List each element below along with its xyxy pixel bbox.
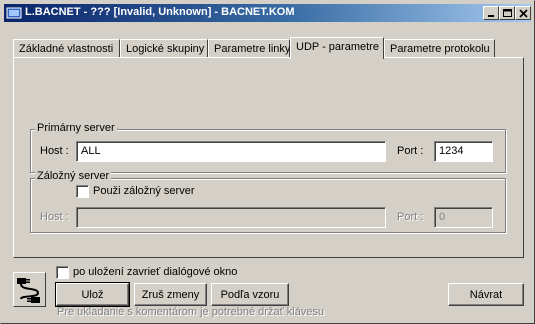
close-icon: [519, 9, 528, 18]
close-after-save-checkbox[interactable]: [56, 266, 69, 279]
maximize-icon: [503, 9, 512, 17]
close-button[interactable]: [515, 6, 531, 20]
backup-port-input[interactable]: 0: [434, 207, 493, 228]
tab-label: Základné vlastnosti: [19, 43, 114, 55]
by-template-label: Podľa vzoru: [220, 289, 280, 301]
close-after-save-label[interactable]: po uložení zavrieť dialógové okno: [73, 266, 237, 278]
tab-label: Logické skupiny: [126, 43, 205, 55]
window-title: L.BACNET - ??? [Invalid, Unknown] - BACN…: [25, 6, 295, 18]
maximize-button[interactable]: [499, 6, 515, 20]
app-icon: [6, 7, 22, 19]
tab-protocol-parameters[interactable]: Parametre protokolu: [384, 39, 495, 58]
tab-label: Parametre protokolu: [390, 43, 490, 55]
tab-label: UDP - parametre: [296, 41, 379, 53]
save-button[interactable]: Ulož: [55, 282, 130, 307]
cancel-changes-label: Zruš zmeny: [141, 289, 200, 301]
dialog-window: L.BACNET - ??? [Invalid, Unknown] - BACN…: [0, 0, 535, 324]
cancel-changes-button[interactable]: Zruš zmeny: [134, 283, 207, 306]
primary-port-input[interactable]: 1234: [434, 141, 493, 162]
use-backup-server-checkbox[interactable]: [76, 185, 89, 198]
tab-label: Parametre linky: [214, 43, 291, 55]
minimize-button[interactable]: [483, 6, 499, 20]
tab-logical-groups[interactable]: Logické skupiny: [120, 39, 208, 58]
primary-host-label: Host :: [40, 145, 69, 157]
save-button-label: Ulož: [81, 289, 104, 301]
backup-host-label: Host :: [40, 211, 69, 223]
tab-basic-properties[interactable]: Základné vlastnosti: [13, 39, 120, 58]
primary-server-title: Primárny server: [35, 122, 117, 134]
primary-port-label: Port :: [397, 145, 424, 157]
title-bar[interactable]: L.BACNET - ??? [Invalid, Unknown] - BACN…: [4, 4, 531, 22]
use-backup-server-label[interactable]: Použi záložný server: [93, 185, 195, 197]
backup-host-input[interactable]: [76, 207, 386, 228]
return-label: Návrat: [469, 289, 503, 301]
return-button[interactable]: Návrat: [448, 283, 524, 306]
backup-port-label: Port :: [397, 211, 424, 223]
save-hint-text: Pre ukladanie s komentárom je potrebné d…: [57, 306, 325, 318]
connection-icon-button[interactable]: [13, 272, 46, 307]
backup-server-title: Záložný server: [35, 170, 112, 182]
tab-line-parameters[interactable]: Parametre linky: [208, 39, 290, 58]
primary-host-input[interactable]: ALL: [76, 141, 386, 162]
plug-cable-icon: [17, 278, 40, 303]
tab-udp-parameters[interactable]: UDP - parametre: [290, 37, 384, 59]
by-template-button[interactable]: Podľa vzoru: [211, 283, 289, 306]
minimize-icon: [488, 15, 494, 17]
tab-panel-udp: Primárny server Host : ALL Port : 1234 Z…: [13, 57, 524, 258]
